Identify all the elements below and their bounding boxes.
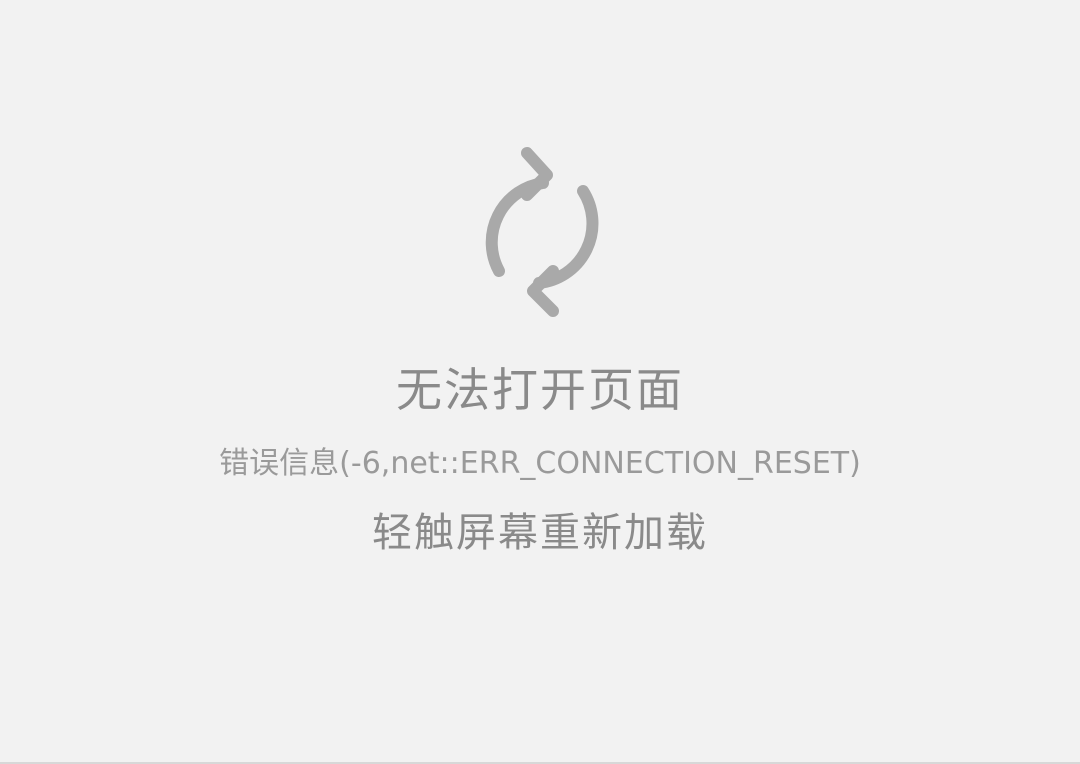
reload-icon	[465, 143, 615, 323]
reload-hint[interactable]: 轻触屏幕重新加载	[0, 505, 1080, 561]
page-title: 无法打开页面	[396, 363, 684, 417]
error-page[interactable]: 无法打开页面 错误信息(-6,net::ERR_CONNECTION_RESET…	[0, 0, 1080, 764]
error-message: 错误信息(-6,net::ERR_CONNECTION_RESET)	[219, 446, 861, 481]
